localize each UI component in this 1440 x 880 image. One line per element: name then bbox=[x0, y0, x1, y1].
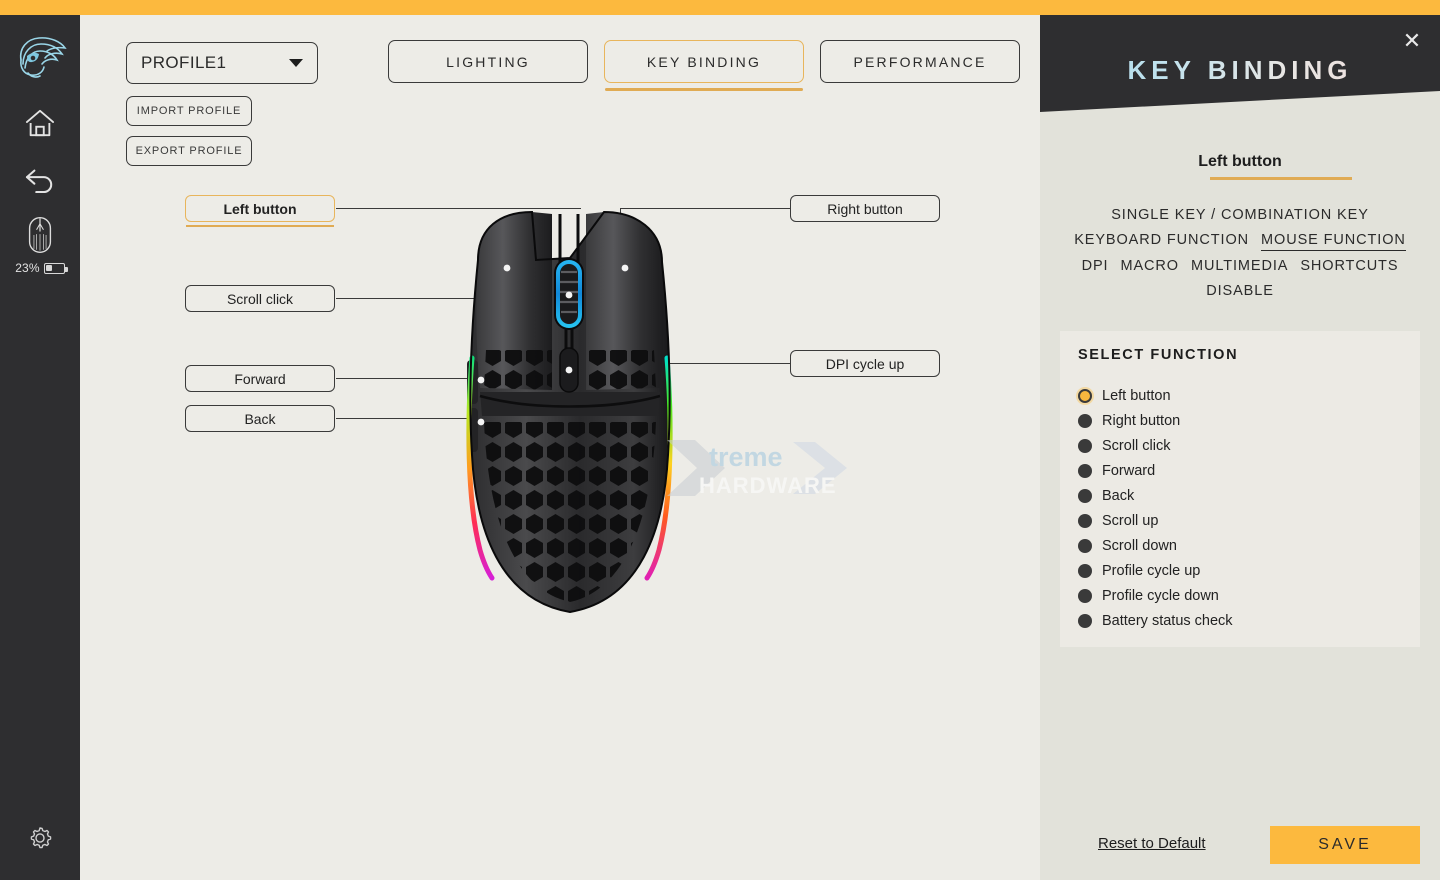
category-macro[interactable]: MACRO bbox=[1120, 256, 1178, 276]
function-option-label: Scroll up bbox=[1102, 512, 1159, 529]
close-icon[interactable]: ✕ bbox=[1398, 27, 1426, 55]
callout-left-button[interactable]: Left button bbox=[185, 195, 335, 227]
tab-performance[interactable]: PERFORMANCE bbox=[820, 40, 1020, 83]
main-content: PROFILE1 IMPORT PROFILE EXPORT PROFILE L… bbox=[80, 15, 1040, 880]
key-binding-panel: KEY BINDING ✕ Left button SINGLE KEY / C… bbox=[1040, 15, 1440, 880]
function-option-battery-status-check[interactable]: Battery status check bbox=[1078, 608, 1408, 633]
callout-dpi-cycle-up[interactable]: DPI cycle up bbox=[790, 350, 940, 377]
function-option-label: Right button bbox=[1102, 412, 1181, 429]
select-function-title: SELECT FUNCTION bbox=[1078, 347, 1239, 363]
reset-to-default-link[interactable]: Reset to Default bbox=[1098, 835, 1206, 852]
radio-icon[interactable] bbox=[1078, 463, 1092, 478]
callout-right-button[interactable]: Right button bbox=[790, 195, 940, 222]
callout-back[interactable]: Back bbox=[185, 405, 335, 432]
profile-select-value: PROFILE1 bbox=[141, 53, 227, 72]
function-option-back[interactable]: Back bbox=[1078, 483, 1408, 508]
gear-icon[interactable] bbox=[20, 818, 60, 858]
function-option-profile-cycle-down[interactable]: Profile cycle down bbox=[1078, 583, 1408, 608]
radio-icon[interactable] bbox=[1078, 513, 1092, 528]
chevron-down-icon bbox=[289, 59, 303, 67]
function-option-list: Left button Right button Scroll click Fo… bbox=[1078, 383, 1408, 633]
function-option-label: Back bbox=[1102, 487, 1135, 504]
radio-icon[interactable] bbox=[1078, 438, 1092, 453]
battery-percent-label: 23% bbox=[15, 261, 40, 275]
svg-text:HARDWARE: HARDWARE bbox=[699, 473, 837, 498]
svg-text:treme: treme bbox=[709, 442, 783, 472]
function-option-label: Scroll click bbox=[1102, 437, 1171, 454]
callout-forward[interactable]: Forward bbox=[185, 365, 335, 392]
battery-status: 23% bbox=[15, 261, 68, 275]
category-single-key-combination-key[interactable]: SINGLE KEY / COMBINATION KEY bbox=[1111, 205, 1369, 225]
function-option-label: Left button bbox=[1102, 387, 1171, 404]
function-category-list: SINGLE KEY / COMBINATION KEY KEYBOARD FU… bbox=[1052, 205, 1428, 301]
function-option-right-button[interactable]: Right button bbox=[1078, 408, 1408, 433]
back-icon[interactable] bbox=[17, 156, 63, 202]
home-icon[interactable] bbox=[17, 100, 63, 146]
mouse-diagram-image bbox=[440, 200, 700, 630]
function-option-scroll-click[interactable]: Scroll click bbox=[1078, 433, 1408, 458]
panel-title: KEY BINDING bbox=[1040, 55, 1440, 86]
tab-key-binding[interactable]: KEY BINDING bbox=[604, 40, 804, 91]
function-option-label: Battery status check bbox=[1102, 612, 1233, 629]
radio-icon[interactable] bbox=[1078, 538, 1092, 553]
function-option-profile-cycle-up[interactable]: Profile cycle up bbox=[1078, 558, 1408, 583]
function-option-scroll-down[interactable]: Scroll down bbox=[1078, 533, 1408, 558]
function-option-scroll-up[interactable]: Scroll up bbox=[1078, 508, 1408, 533]
category-multimedia[interactable]: MULTIMEDIA bbox=[1191, 256, 1288, 276]
left-sidebar: 23% bbox=[0, 15, 80, 880]
profile-select[interactable]: PROFILE1 bbox=[126, 42, 318, 84]
function-option-label: Profile cycle up bbox=[1102, 562, 1201, 579]
category-disable[interactable]: DISABLE bbox=[1206, 281, 1274, 301]
top-accent-bar bbox=[0, 0, 1440, 15]
radio-icon[interactable] bbox=[1078, 588, 1092, 603]
radio-icon[interactable] bbox=[1078, 613, 1092, 628]
panel-subtitle: Left button bbox=[1198, 153, 1282, 170]
app-window: 23% PROFILE1 IMPORT PROFILE EXPORT PROFI… bbox=[0, 0, 1440, 880]
category-dpi[interactable]: DPI bbox=[1082, 256, 1109, 276]
mouse-device-icon[interactable] bbox=[17, 212, 63, 258]
function-option-label: Forward bbox=[1102, 462, 1156, 479]
save-button[interactable]: SAVE bbox=[1270, 826, 1420, 864]
panel-subtitle-underline bbox=[1210, 177, 1352, 180]
radio-icon[interactable] bbox=[1078, 388, 1092, 403]
function-option-label: Profile cycle down bbox=[1102, 587, 1219, 604]
tab-lighting[interactable]: LIGHTING bbox=[388, 40, 588, 83]
radio-icon[interactable] bbox=[1078, 413, 1092, 428]
glorious-logo-icon bbox=[11, 30, 69, 82]
category-shortcuts[interactable]: SHORTCUTS bbox=[1300, 256, 1398, 276]
category-keyboard-function[interactable]: KEYBOARD FUNCTION bbox=[1074, 230, 1249, 251]
tab-bar: LIGHTING KEY BINDING PERFORMANCE bbox=[388, 40, 1020, 91]
callout-scroll-click[interactable]: Scroll click bbox=[185, 285, 335, 312]
export-profile-button[interactable]: EXPORT PROFILE bbox=[126, 136, 252, 166]
function-option-label: Scroll down bbox=[1102, 537, 1177, 554]
category-mouse-function[interactable]: MOUSE FUNCTION bbox=[1261, 230, 1406, 251]
radio-icon[interactable] bbox=[1078, 488, 1092, 503]
select-function-card: SELECT FUNCTION Left button Right button… bbox=[1060, 331, 1420, 647]
radio-icon[interactable] bbox=[1078, 563, 1092, 578]
function-option-forward[interactable]: Forward bbox=[1078, 458, 1408, 483]
import-profile-button[interactable]: IMPORT PROFILE bbox=[126, 96, 252, 126]
battery-icon bbox=[43, 262, 68, 274]
function-option-left-button[interactable]: Left button bbox=[1078, 383, 1408, 408]
